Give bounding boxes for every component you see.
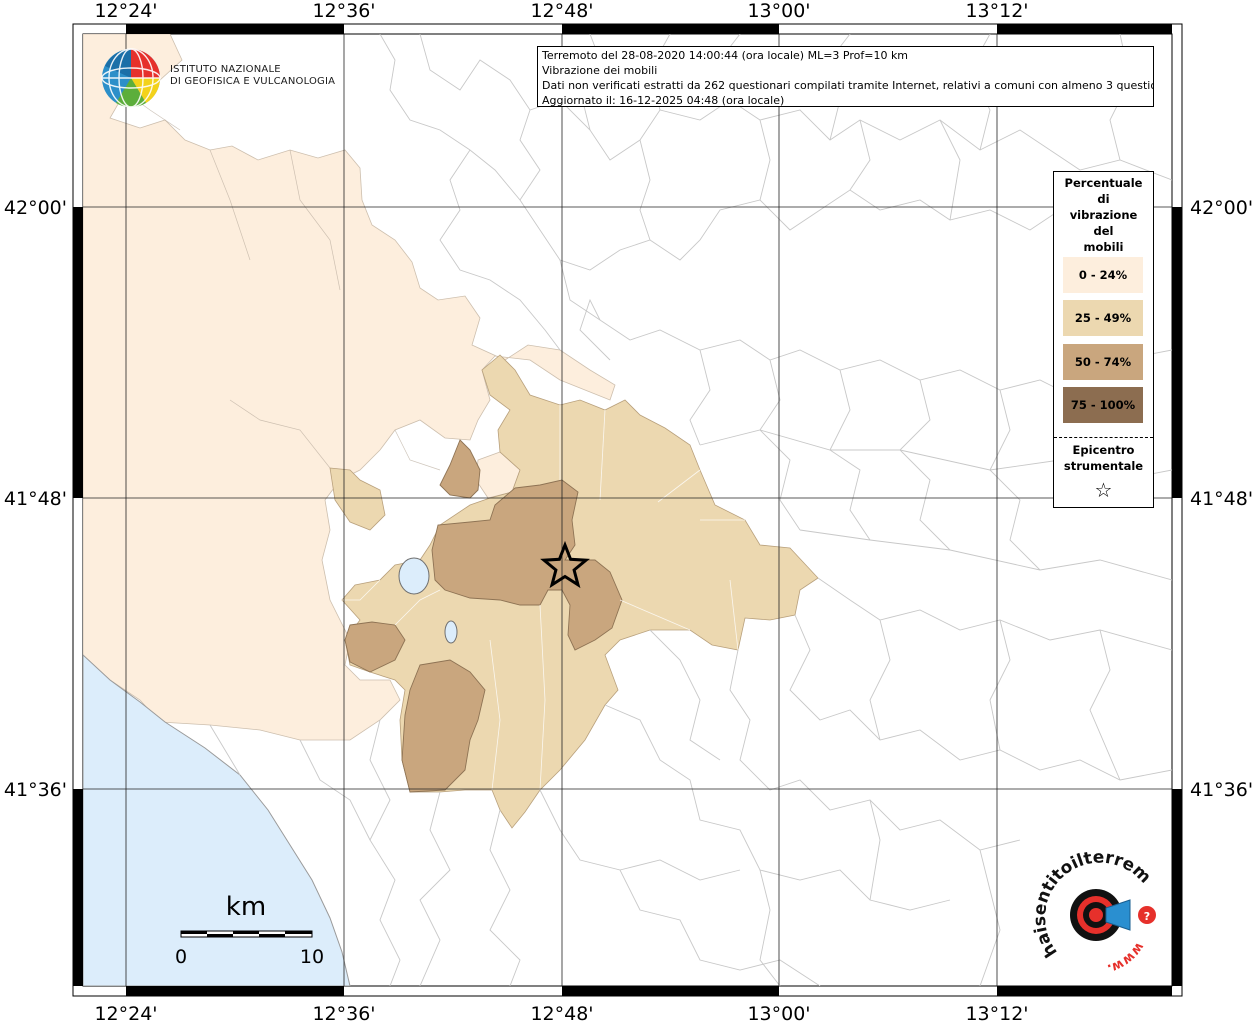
lon-tick-bottom-1: 12°24' <box>94 1003 157 1024</box>
lat-tick-left-2: 41°48' <box>4 488 67 510</box>
scale-label-10: 10 <box>300 946 324 968</box>
legend-epicenter-label: Epicentro strumentale <box>1054 442 1153 474</box>
lat-tick-right-3: 41°36' <box>1190 779 1253 801</box>
legend-title-line: di <box>1097 192 1110 206</box>
lon-tick-top-4: 13°00' <box>747 0 810 22</box>
lon-tick-top-5: 13°12' <box>965 0 1028 22</box>
legend-swatch-50-74: 50 - 74% <box>1063 344 1143 380</box>
site-question: ? <box>1144 910 1150 923</box>
intensity-map: 12°24' 12°36' 12°48' 13°00' 13°12' 12°24… <box>0 0 1253 1024</box>
lon-tick-top-1: 12°24' <box>94 0 157 22</box>
legend-title-line: mobili <box>1083 240 1124 254</box>
legend-swatch-75-100: 75 - 100% <box>1063 387 1143 423</box>
legend-title-line: Percentuale <box>1064 176 1143 190</box>
ingv-name-line1: ISTITUTO NAZIONALE <box>170 64 281 75</box>
lon-tick-bottom-2: 12°36' <box>312 1003 375 1024</box>
legend-title-line: del <box>1093 224 1114 238</box>
lon-tick-bottom-3: 12°48' <box>530 1003 593 1024</box>
lat-tick-left-1: 42°00' <box>4 197 67 219</box>
scale-unit: km <box>226 892 266 922</box>
legend-title: Percentuale di vibrazione del mobili <box>1054 175 1153 255</box>
ingv-name-line2: DI GEOFISICA E VULCANOLOGIA <box>170 76 336 87</box>
ingv-globe-logo <box>101 48 161 108</box>
lon-tick-top-2: 12°36' <box>312 0 375 22</box>
legend-epicenter-line: strumentale <box>1063 459 1144 473</box>
legend-star-icon: ☆ <box>1094 478 1113 502</box>
lat-tick-right-2: 41°48' <box>1190 488 1253 510</box>
legend-separator <box>1054 437 1153 438</box>
lake-albano <box>444 620 458 644</box>
lake-bracciano <box>398 557 430 595</box>
event-subtitle: Vibrazione dei mobili <box>542 64 658 77</box>
lat-tick-right-1: 42°00' <box>1190 197 1253 219</box>
event-data-note: Dati non verificati estratti da 262 ques… <box>542 79 1154 92</box>
event-title: Terremoto del 28-08-2020 14:00:44 (ora l… <box>542 49 909 62</box>
scale-label-0: 0 <box>175 946 187 968</box>
legend-swatch-25-49: 25 - 49% <box>1063 300 1143 336</box>
lon-tick-bottom-4: 13°00' <box>747 1003 810 1024</box>
lon-tick-bottom-5: 13°12' <box>965 1003 1028 1024</box>
legend-epicenter-line: Epicentro <box>1072 443 1135 457</box>
legend-title-line: vibrazione <box>1069 208 1138 222</box>
event-updated: Aggiornato il: 16-12-2025 04:48 (ora loc… <box>542 94 785 107</box>
ingv-name: ISTITUTO NAZIONALE DI GEOFISICA E VULCAN… <box>170 64 335 88</box>
legend: Percentuale di vibrazione del mobili 0 -… <box>1053 171 1154 508</box>
event-info-box: Terremoto del 28-08-2020 14:00:44 (ora l… <box>537 46 1154 107</box>
lon-tick-top-3: 12°48' <box>530 0 593 22</box>
lat-tick-left-3: 41°36' <box>4 779 67 801</box>
legend-swatch-0-24: 0 - 24% <box>1063 257 1143 293</box>
